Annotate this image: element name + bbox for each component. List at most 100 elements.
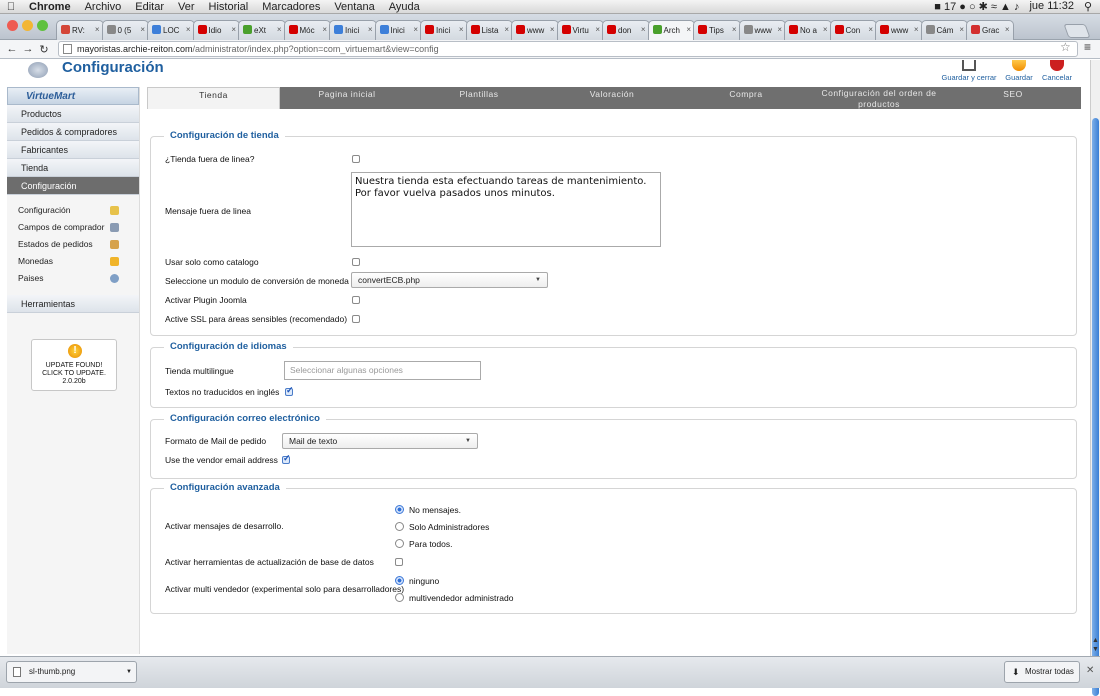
minimize-window-icon[interactable] bbox=[22, 20, 33, 31]
page-scrollbar[interactable]: ▲ ▼ bbox=[1090, 60, 1100, 696]
multivendor-radio-none[interactable] bbox=[395, 576, 404, 585]
menu-archivo[interactable]: Archivo bbox=[78, 1, 129, 13]
close-tab-icon[interactable]: × bbox=[322, 25, 327, 34]
close-tab-icon[interactable]: × bbox=[459, 25, 464, 34]
reload-icon[interactable]: ↻ bbox=[36, 43, 52, 56]
browser-tab[interactable]: No a × bbox=[784, 20, 832, 40]
sidebar-sub-paises[interactable]: Paises bbox=[7, 270, 139, 287]
close-tab-icon[interactable]: × bbox=[550, 25, 555, 34]
mail-format-select[interactable]: Mail de texto ▼ bbox=[282, 433, 478, 449]
untranslated-checkbox[interactable] bbox=[285, 385, 294, 396]
browser-tab[interactable]: Lista × bbox=[465, 20, 513, 40]
bookmark-star-icon[interactable]: ☆ bbox=[1060, 40, 1071, 54]
menu-ver[interactable]: Ver bbox=[171, 1, 202, 13]
close-tab-icon[interactable]: × bbox=[277, 25, 282, 34]
tab-orden-productos[interactable]: Configuración del orden de productos bbox=[815, 87, 943, 109]
close-tab-icon[interactable]: × bbox=[732, 25, 737, 34]
menu-historial[interactable]: Historial bbox=[202, 1, 256, 13]
chevron-down-icon[interactable]: ▼ bbox=[126, 662, 132, 682]
close-tab-icon[interactable]: × bbox=[595, 25, 600, 34]
sidebar-item-pedidos[interactable]: Pedidos & compradores bbox=[7, 123, 139, 141]
tab-pagina-inicial[interactable]: Pagina inicial bbox=[282, 87, 412, 109]
save-close-button[interactable]: Guardar y cerrar bbox=[940, 60, 998, 82]
menu-marcadores[interactable]: Marcadores bbox=[255, 1, 327, 13]
close-tab-icon[interactable]: × bbox=[868, 25, 873, 34]
browser-tab[interactable]: Arch × bbox=[647, 20, 695, 41]
currency-module-select[interactable]: convertECB.php ▼ bbox=[351, 272, 548, 288]
close-tab-icon[interactable]: × bbox=[231, 25, 236, 34]
close-tab-icon[interactable]: × bbox=[914, 25, 919, 34]
browser-tab[interactable]: Inici × bbox=[420, 20, 468, 40]
browser-tab[interactable]: RV: × bbox=[56, 20, 104, 40]
browser-tab[interactable]: www × bbox=[875, 20, 923, 40]
close-tab-icon[interactable]: × bbox=[413, 25, 418, 34]
close-downloads-icon[interactable]: ✕ bbox=[1086, 665, 1094, 676]
forward-icon[interactable]: → bbox=[20, 43, 36, 55]
browser-tab[interactable]: LOC × bbox=[147, 20, 195, 40]
close-tab-icon[interactable]: × bbox=[641, 25, 646, 34]
close-tab-icon[interactable]: × bbox=[823, 25, 828, 34]
sidebar-item-configuracion[interactable]: Configuración bbox=[7, 177, 139, 195]
browser-tab[interactable]: www × bbox=[511, 20, 559, 40]
close-tab-icon[interactable]: × bbox=[140, 25, 145, 34]
sidebar-item-fabricantes[interactable]: Fabricantes bbox=[7, 141, 139, 159]
browser-tab[interactable]: Grac × bbox=[966, 20, 1014, 40]
status-icons[interactable]: ■ 17 ● ○ ✱ ≈ ▲ ♪ bbox=[934, 0, 1019, 13]
scrollbar-thumb[interactable] bbox=[1092, 118, 1099, 696]
ssl-checkbox[interactable] bbox=[352, 315, 360, 323]
browser-tab[interactable]: Cám × bbox=[920, 20, 968, 40]
offline-message-textarea[interactable]: Nuestra tienda esta efectuando tareas de… bbox=[351, 172, 661, 247]
zoom-window-icon[interactable] bbox=[37, 20, 48, 31]
tab-plantillas[interactable]: Plantillas bbox=[414, 87, 544, 109]
close-tab-icon[interactable]: × bbox=[368, 25, 373, 34]
multivendor-radio-admin[interactable] bbox=[395, 593, 404, 602]
chrome-menu-icon[interactable]: ≡ bbox=[1084, 40, 1091, 54]
browser-tab[interactable]: Con × bbox=[829, 20, 877, 40]
multilingual-input[interactable]: Seleccionar algunas opciones bbox=[284, 361, 481, 380]
scroll-up-icon[interactable]: ▲ bbox=[1092, 637, 1099, 644]
sidebar-item-tienda[interactable]: Tienda bbox=[7, 159, 139, 177]
browser-tab[interactable]: don × bbox=[602, 20, 650, 40]
browser-tab[interactable]: Móc × bbox=[283, 20, 331, 40]
virtuemart-logo[interactable]: VirtueMart bbox=[7, 87, 139, 105]
sidebar-sub-campos[interactable]: Campos de comprador bbox=[7, 219, 139, 236]
browser-tab[interactable]: 0 (5 × bbox=[101, 20, 149, 40]
browser-tab[interactable]: Inici × bbox=[329, 20, 377, 40]
close-tab-icon[interactable]: × bbox=[95, 25, 100, 34]
joomla-plugin-checkbox[interactable] bbox=[352, 296, 360, 304]
close-tab-icon[interactable]: × bbox=[504, 25, 509, 34]
show-all-downloads-button[interactable]: ⬇ Mostrar todas bbox=[1004, 661, 1080, 683]
catalog-checkbox[interactable] bbox=[352, 258, 360, 266]
clock[interactable]: jue 11:32 bbox=[1029, 0, 1073, 13]
menu-editar[interactable]: Editar bbox=[128, 1, 171, 13]
tab-compra[interactable]: Compra bbox=[679, 87, 813, 109]
sidebar-sub-estados[interactable]: Estados de pedidos bbox=[7, 236, 139, 253]
browser-tab[interactable]: Idio × bbox=[192, 20, 240, 40]
menu-ayuda[interactable]: Ayuda bbox=[382, 1, 427, 13]
close-tab-icon[interactable]: × bbox=[686, 25, 691, 34]
close-window-icon[interactable] bbox=[7, 20, 18, 31]
sidebar-sub-configuracion[interactable]: Configuración bbox=[7, 202, 139, 219]
cancel-button[interactable]: Cancelar bbox=[1040, 60, 1074, 82]
download-item[interactable]: sl-thumb.png ▼ bbox=[6, 661, 137, 683]
offline-checkbox[interactable] bbox=[352, 155, 360, 163]
menu-app[interactable]: Chrome bbox=[22, 1, 78, 13]
browser-tab[interactable]: eXt × bbox=[238, 20, 286, 40]
apple-icon[interactable]:  bbox=[0, 1, 22, 13]
browser-tab[interactable]: Virtu × bbox=[556, 20, 604, 40]
db-tools-checkbox[interactable] bbox=[395, 558, 403, 566]
tab-valoracion[interactable]: Valoración bbox=[547, 87, 677, 109]
dev-radio-admins[interactable] bbox=[395, 522, 404, 531]
close-tab-icon[interactable]: × bbox=[1005, 25, 1010, 34]
dev-radio-all[interactable] bbox=[395, 539, 404, 548]
update-notice[interactable]: ! UPDATE FOUND! CLICK TO UPDATE. 2.0.20b bbox=[31, 339, 117, 391]
save-button[interactable]: Guardar bbox=[1003, 60, 1035, 82]
vendor-email-checkbox[interactable] bbox=[282, 453, 291, 464]
browser-tab[interactable]: www × bbox=[738, 20, 786, 40]
browser-tab[interactable]: Inici × bbox=[374, 20, 422, 40]
address-bar[interactable]: mayoristas.archie-reiton.com/administrat… bbox=[58, 41, 1078, 57]
scroll-down-icon[interactable]: ▼ bbox=[1092, 646, 1099, 653]
back-icon[interactable]: ← bbox=[4, 43, 20, 55]
tab-tienda[interactable]: Tienda bbox=[147, 87, 280, 109]
menu-ventana[interactable]: Ventana bbox=[327, 1, 381, 13]
